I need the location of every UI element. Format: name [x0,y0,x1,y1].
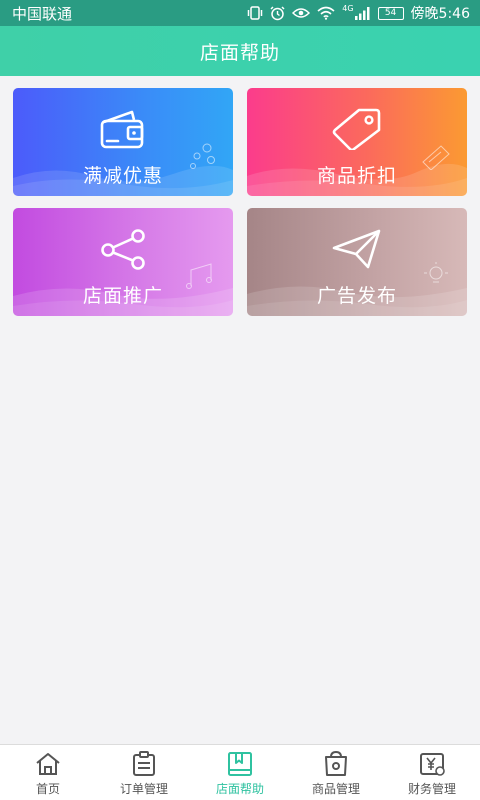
nav-item-finance[interactable]: 财务管理 [384,745,480,800]
card-product-discount[interactable]: 商品折扣 [247,88,467,196]
card-label: 商品折扣 [316,165,397,187]
nav-item-home[interactable]: 首页 [0,745,96,800]
paper-plane-icon [332,229,381,269]
order-list-icon [133,751,155,776]
nav-label: 财务管理 [407,782,456,796]
vibrate-icon [248,6,263,20]
card-full-reduction[interactable]: 满减优惠 [13,88,233,196]
wifi-icon [317,6,335,20]
nav-label: 店面帮助 [215,782,264,796]
battery-icon: 54 [377,6,404,20]
status-bar: 中国联通 4G 54 傍晚5:46 [0,0,480,26]
carrier-name: 中国联通 [12,4,73,23]
eye-comfort-icon [292,8,311,18]
price-tag-icon [332,108,381,150]
share-icon [101,229,145,270]
card-label: 广告发布 [316,285,397,307]
signal-icon [354,6,370,20]
nav-label: 首页 [35,782,60,796]
home-icon [36,753,60,775]
page-title: 店面帮助 [199,41,280,64]
nav-item-store-help[interactable]: 店面帮助 [192,745,288,800]
clock: 傍晚5:46 [410,6,470,22]
wallet-icon [100,110,144,149]
help-book-icon [228,752,252,776]
finance-icon [420,753,445,776]
network-type: 4G [342,3,354,13]
nav-item-orders[interactable]: 订单管理 [96,745,192,800]
shopping-bag-icon [325,751,347,776]
app-header: 店面帮助 [0,26,480,76]
nav-item-products[interactable]: 商品管理 [288,745,384,800]
card-ad-publish[interactable]: 广告发布 [247,208,467,316]
status-icons: 4G 54 傍晚5:46 [247,3,470,23]
nav-label: 商品管理 [311,782,360,796]
card-label: 店面推广 [82,285,163,307]
nav-label: 订单管理 [119,782,168,796]
alarm-icon [270,5,285,20]
card-label: 满减优惠 [82,165,163,187]
bottom-nav: 首页 订单管理 店面帮助 商品管理 财务管理 [0,744,480,800]
battery-level: 54 [384,7,397,18]
card-store-promotion[interactable]: 店面推广 [13,208,233,316]
